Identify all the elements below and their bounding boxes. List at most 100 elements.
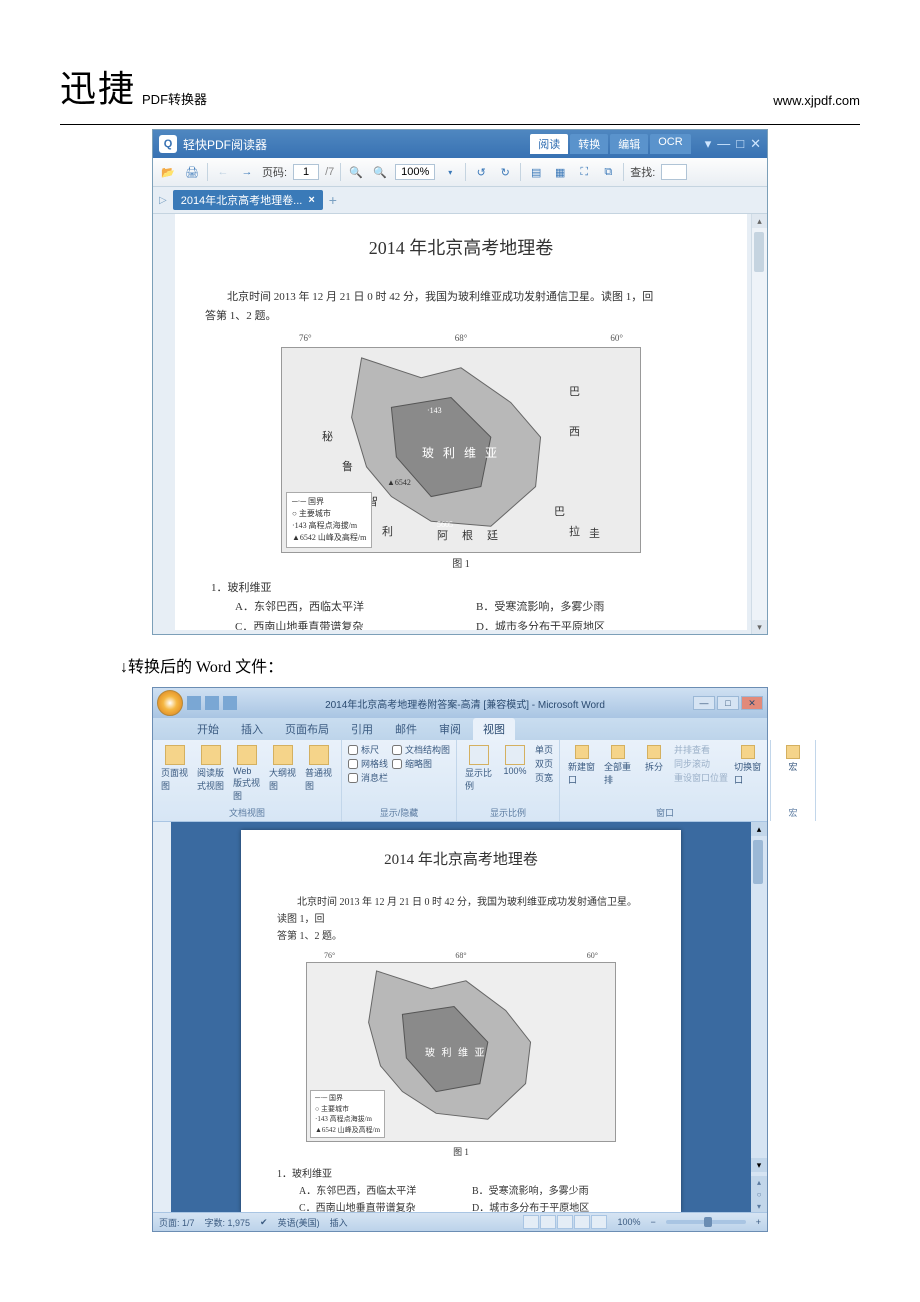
brand: 迅捷 PDF转换器	[60, 60, 207, 112]
single-page-icon[interactable]: ▤	[527, 163, 545, 181]
vb-web-icon[interactable]	[557, 1215, 573, 1229]
n-lu: 鲁	[342, 458, 353, 477]
qat-redo-icon[interactable]	[223, 696, 237, 710]
opt-sidebyside[interactable]: 并排查看	[674, 743, 728, 756]
pdf-gutter	[153, 214, 175, 634]
menu-icon[interactable]: ▾	[705, 136, 712, 152]
zoom-input[interactable]	[395, 164, 435, 180]
header-rule	[60, 124, 860, 125]
vb-print-icon[interactable]	[523, 1215, 539, 1229]
btn-print-layout[interactable]: 页面视图	[159, 743, 191, 794]
btn-draft[interactable]: 普通视图	[303, 743, 335, 794]
mode-edit[interactable]: 编辑	[610, 134, 648, 154]
btn-reading[interactable]: 阅读版式视图	[195, 743, 227, 794]
tab-review[interactable]: 审阅	[429, 718, 471, 740]
status-words[interactable]: 字数: 1,975	[205, 1216, 251, 1229]
close-icon[interactable]: ✕	[741, 696, 763, 710]
tab-home[interactable]: 开始	[187, 718, 229, 740]
btn-newwin[interactable]: 新建窗口	[566, 743, 598, 788]
mode-ocr[interactable]: OCR	[650, 134, 690, 154]
tab-view[interactable]: 视图	[473, 718, 515, 740]
pdf-scrollbar[interactable]: ▴ ▾	[751, 214, 767, 634]
btn-switchwin[interactable]: 切换窗口	[732, 743, 764, 788]
vb-outline-icon[interactable]	[574, 1215, 590, 1229]
mode-read[interactable]: 阅读	[530, 134, 568, 154]
btn-outline[interactable]: 大纲视图	[267, 743, 299, 794]
btn-zoom[interactable]: 显示比例	[463, 743, 495, 794]
page-input[interactable]	[293, 164, 319, 180]
tab-mail[interactable]: 邮件	[385, 718, 427, 740]
opt-twopage[interactable]: 双页	[535, 757, 553, 770]
zoom-minus-icon[interactable]: −	[650, 1217, 655, 1227]
rotate-right-icon[interactable]: ↻	[496, 163, 514, 181]
chk-msgbar[interactable]: 消息栏	[348, 771, 388, 784]
snapshot-icon[interactable]: ⧉	[599, 163, 617, 181]
tab-insert[interactable]: 插入	[231, 718, 273, 740]
vb-draft-icon[interactable]	[591, 1215, 607, 1229]
opt-resetpos[interactable]: 重设窗口位置	[674, 771, 728, 784]
zoom-in-icon[interactable]: 🔍	[371, 163, 389, 181]
word-scrollbar[interactable]: ▴ ▾ ▴○▾	[751, 822, 767, 1212]
prev-page-icon[interactable]: ←	[214, 163, 232, 181]
open-icon[interactable]: 📂	[159, 163, 177, 181]
zoom-plus-icon[interactable]: +	[756, 1217, 761, 1227]
office-button-icon[interactable]	[157, 690, 183, 716]
chk-gridlines[interactable]: 网格线	[348, 757, 388, 770]
wscroll-up-icon[interactable]: ▴	[751, 822, 767, 836]
add-tab-button[interactable]: +	[329, 192, 337, 208]
btn-arrange[interactable]: 全部重排	[602, 743, 634, 788]
pdf-page: 2014 年北京高考地理卷 北京时间 2013 年 12 月 21 日 0 时 …	[175, 214, 747, 630]
fullscreen-icon[interactable]: ⛶	[575, 163, 593, 181]
minimize-icon[interactable]: —	[717, 136, 730, 152]
chk-ruler[interactable]: 标尺	[348, 743, 388, 756]
opt-pagewidth[interactable]: 页宽	[535, 771, 553, 784]
maximize-icon[interactable]: □	[717, 696, 739, 710]
scroll-down-icon[interactable]: ▾	[752, 620, 767, 634]
page-total: /7	[325, 166, 334, 178]
figure-caption: 图 1	[281, 556, 641, 573]
status-lang[interactable]: 英语(美国)	[278, 1216, 320, 1229]
btn-macros[interactable]: 宏	[777, 743, 809, 775]
print-icon[interactable]: 🖨	[183, 163, 201, 181]
sidebar-toggle-icon[interactable]: ▷	[159, 195, 167, 206]
status-mode[interactable]: 插入	[330, 1216, 348, 1229]
zoom-knob[interactable]	[704, 1217, 712, 1227]
document-tab[interactable]: 2014年北京高考地理卷... ×	[173, 190, 323, 210]
status-zoom[interactable]: 100%	[617, 1217, 640, 1227]
zoom-slider[interactable]	[666, 1220, 746, 1224]
find-input[interactable]	[661, 164, 687, 180]
wscroll-down-icon[interactable]: ▾	[751, 1158, 767, 1172]
tab-label: 2014年北京高考地理卷...	[181, 192, 303, 208]
word-map-image: 12° 16° 20° 玻 利 维 亚 ─·─ 国界 ○ 主要城市 ·143 高…	[306, 962, 616, 1142]
scroll-up-icon[interactable]: ▴	[752, 214, 767, 228]
scroll-thumb[interactable]	[754, 232, 764, 272]
minimize-icon[interactable]: —	[693, 696, 715, 710]
btn-split[interactable]: 拆分	[638, 743, 670, 775]
next-page-icon[interactable]: →	[238, 163, 256, 181]
mode-convert[interactable]: 转换	[570, 134, 608, 154]
opt-onepage[interactable]: 单页	[535, 743, 553, 756]
close-icon[interactable]: ✕	[750, 136, 761, 152]
zoom-out-icon[interactable]: 🔍	[347, 163, 365, 181]
wscroll-thumb[interactable]	[753, 840, 763, 884]
zoom-dropdown-icon[interactable]: ▾	[441, 163, 459, 181]
tab-close-icon[interactable]: ×	[308, 194, 314, 206]
rotate-left-icon[interactable]: ↺	[472, 163, 490, 181]
vb-read-icon[interactable]	[540, 1215, 556, 1229]
opt-syncscroll[interactable]: 同步滚动	[674, 757, 728, 770]
btn-web[interactable]: Web 版式视图	[231, 743, 263, 804]
browse-controls[interactable]: ▴○▾	[751, 1176, 767, 1212]
qat-save-icon[interactable]	[187, 696, 201, 710]
status-page[interactable]: 页面: 1/7	[159, 1216, 195, 1229]
qat-undo-icon[interactable]	[205, 696, 219, 710]
maximize-icon[interactable]: □	[736, 136, 744, 152]
n-ba: 巴	[569, 383, 580, 402]
chk-thumbs[interactable]: 缩略图	[392, 757, 450, 770]
btn-100[interactable]: 100%	[499, 743, 531, 778]
brand-logo: 迅捷	[60, 60, 136, 112]
continuous-icon[interactable]: ▦	[551, 163, 569, 181]
tab-layout[interactable]: 页面布局	[275, 718, 339, 740]
tab-ref[interactable]: 引用	[341, 718, 383, 740]
status-proof-icon[interactable]: ✔	[260, 1217, 268, 1228]
chk-docmap[interactable]: 文档结构图	[392, 743, 450, 756]
